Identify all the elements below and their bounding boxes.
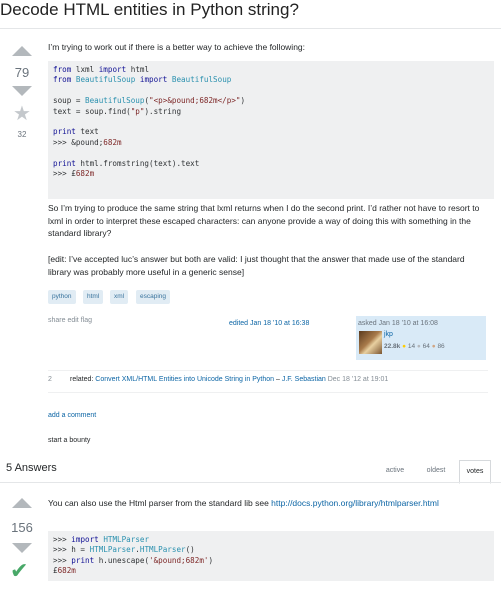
question-vote-count: 79: [14, 65, 30, 80]
comments-divider: [48, 370, 488, 371]
answer-upvote-arrow-icon[interactable]: [12, 498, 32, 508]
add-comment-link[interactable]: add a comment: [48, 412, 96, 419]
comments-bottom-divider: [48, 392, 488, 393]
question-intro: I’m trying to work out if there is a bet…: [48, 42, 306, 52]
answer-downvote-arrow-icon[interactable]: [12, 543, 32, 553]
asked-timestamp: asked Jan 18 '10 at 16:08: [358, 320, 438, 327]
gold-badge-count: 14: [407, 343, 416, 350]
flag-link[interactable]: flag: [81, 317, 92, 324]
favorite-star-icon[interactable]: ★: [13, 104, 31, 124]
downvote-arrow-icon[interactable]: [12, 86, 32, 96]
gold-badge-icon: ●: [402, 343, 407, 350]
share-link[interactable]: share: [48, 317, 66, 324]
edit-link[interactable]: edit: [67, 317, 78, 324]
answer-text: You can also use the Html parser from th…: [48, 497, 488, 510]
bronze-badge-count: 86: [437, 343, 445, 350]
answers-divider: [0, 482, 501, 483]
edited-timestamp[interactable]: edited Jan 18 '10 at 16:38: [229, 320, 309, 327]
owner-name[interactable]: jkp: [384, 331, 393, 338]
answers-count: 5 Answers: [6, 462, 57, 474]
comment-score: 2: [48, 376, 52, 383]
silver-badge-icon: ●: [416, 343, 421, 350]
upvote-arrow-icon[interactable]: [12, 46, 32, 56]
silver-badge-count: 64: [422, 343, 430, 350]
question-paragraph-2: [edit: I’ve accepted luc’s answer but bo…: [48, 254, 465, 277]
answer-vote-count: 156: [11, 520, 33, 535]
question-code-block: from lxml import html from BeautifulSoup…: [48, 61, 494, 199]
answer-code-block: >>> import HTMLParser >>> h = HTMLParser…: [48, 531, 494, 581]
answer-link[interactable]: http://docs.python.org/library/htmlparse…: [271, 498, 439, 508]
tag-xml[interactable]: xml: [110, 290, 129, 304]
comment-author[interactable]: J.F. Sebastian: [282, 376, 326, 383]
tag-python[interactable]: python: [48, 290, 76, 304]
bronze-badge-icon: ●: [431, 343, 436, 350]
post-menu: share edit flag: [48, 317, 92, 324]
owner-reputation-row: 22.8k ● 14 ● 64 ● 86: [384, 343, 445, 350]
start-bounty-link[interactable]: start a bounty: [48, 437, 90, 444]
answer-text-prefix: You can also use the Html parser from th…: [48, 498, 272, 508]
favorite-count: 32: [17, 130, 27, 139]
owner-card: asked Jan 18 '10 at 16:08 jkp 22.8k ● 14…: [356, 316, 486, 360]
comment-date: Dec 18 '12 at 19:01: [327, 376, 389, 383]
question-title[interactable]: Decode HTML entities in Python string?: [0, 0, 501, 20]
tab-oldest[interactable]: oldest: [417, 460, 455, 482]
comment-dash: –: [274, 376, 282, 383]
comment: related: Convert XML/HTML Entities into …: [70, 376, 388, 383]
tab-votes[interactable]: votes: [459, 460, 491, 484]
tag-html[interactable]: html: [83, 290, 104, 304]
question-paragraph-1: So I’m trying to produce the same string…: [48, 203, 480, 239]
avatar[interactable]: [359, 331, 382, 354]
tag-escaping[interactable]: escaping: [136, 290, 171, 304]
tab-active[interactable]: active: [377, 460, 413, 482]
title-divider: [0, 28, 501, 29]
reputation-score: 22.8k: [384, 343, 401, 350]
accepted-check-icon: ✔: [10, 558, 29, 583]
comment-link[interactable]: Convert XML/HTML Entities into Unicode S…: [95, 376, 274, 383]
comment-prefix: related:: [70, 376, 96, 383]
